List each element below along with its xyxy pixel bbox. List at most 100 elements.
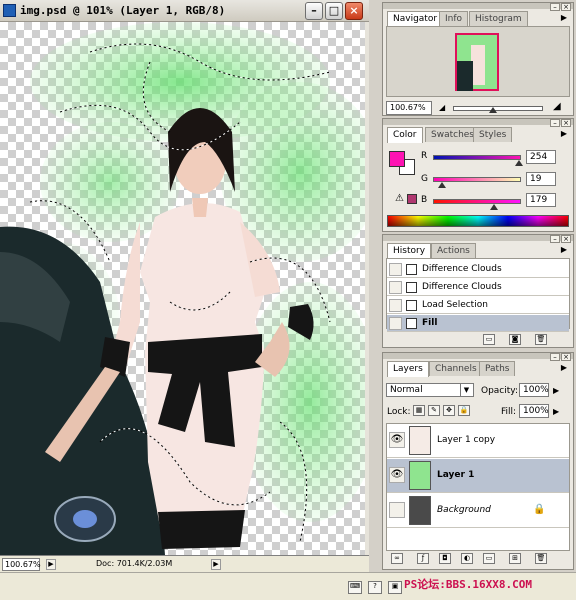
layer-thumbnail[interactable] xyxy=(409,461,431,490)
layer-style-icon[interactable]: ƒ xyxy=(417,553,429,564)
panel-close-button[interactable]: × xyxy=(561,3,571,11)
channel-r-slider[interactable] xyxy=(433,155,521,160)
tab-swatches[interactable]: Swatches xyxy=(425,127,480,142)
channel-b-value[interactable]: 179 xyxy=(526,193,556,207)
layer-row[interactable]: Background 🔒 xyxy=(387,494,569,528)
tab-actions[interactable]: Actions xyxy=(431,243,476,258)
adjustment-layer-icon[interactable]: ◐ xyxy=(461,553,473,564)
tab-info[interactable]: Info xyxy=(439,11,469,26)
layer-thumbnail[interactable] xyxy=(409,426,431,455)
tab-history[interactable]: History xyxy=(387,243,432,259)
zoom-field[interactable]: 100.67% xyxy=(2,558,41,571)
panel-close-button[interactable]: × xyxy=(561,353,571,361)
history-source-checkbox[interactable] xyxy=(389,317,402,330)
navigator-zoom-field[interactable]: 100.67% xyxy=(386,101,432,115)
history-source-checkbox[interactable] xyxy=(389,263,402,276)
panel-close-button[interactable]: × xyxy=(561,119,571,127)
keyboard-icon[interactable]: ⌨ xyxy=(348,581,362,594)
tab-layers[interactable]: Layers xyxy=(387,361,429,377)
lock-position-icon[interactable]: ✥ xyxy=(443,405,455,416)
panel-close-button[interactable]: × xyxy=(561,235,571,243)
history-item-selected[interactable]: Fill xyxy=(387,315,569,332)
fill-field[interactable]: 100% xyxy=(519,404,549,418)
status-menu-icon[interactable]: ▶ xyxy=(46,559,56,570)
new-group-icon[interactable]: ▭ xyxy=(483,553,495,564)
history-item[interactable]: Load Selection xyxy=(387,297,569,314)
channel-g-value[interactable]: 19 xyxy=(526,172,556,186)
zoom-out-icon[interactable]: ◢ xyxy=(439,103,445,112)
tab-channels[interactable]: Channels xyxy=(429,361,483,376)
channel-b-slider[interactable] xyxy=(433,199,521,204)
minimize-button[interactable]: – xyxy=(305,2,323,20)
tab-navigator[interactable]: Navigator xyxy=(387,11,444,27)
vertical-scrollbar[interactable] xyxy=(365,22,369,555)
help-icon[interactable]: ? xyxy=(368,581,382,594)
blend-mode-select[interactable]: Normal ▼ xyxy=(386,383,474,397)
history-item[interactable]: Difference Clouds xyxy=(387,279,569,296)
layer-name[interactable]: Layer 1 copy xyxy=(437,435,495,445)
lock-image-icon[interactable]: ✎ xyxy=(428,405,440,416)
layer-row[interactable]: 👁 Layer 1 copy xyxy=(387,424,569,458)
history-source-checkbox[interactable] xyxy=(389,281,402,294)
history-source-checkbox[interactable] xyxy=(389,299,402,312)
gamut-color-swatch[interactable] xyxy=(407,194,417,204)
warning-icon[interactable]: ⚠ xyxy=(395,193,404,204)
opacity-arrow-icon[interactable]: ▶ xyxy=(553,386,559,395)
layer-mask-icon[interactable]: ◘ xyxy=(439,553,451,564)
close-button[interactable]: × xyxy=(345,2,363,20)
panel-menu-icon[interactable]: ▶ xyxy=(561,245,567,254)
chevron-down-icon[interactable]: ▼ xyxy=(460,384,472,396)
tab-paths[interactable]: Paths xyxy=(479,361,516,376)
panel-menu-icon[interactable]: ▶ xyxy=(561,13,567,22)
panel-minimize-button[interactable]: – xyxy=(550,119,560,127)
channel-r-thumb[interactable] xyxy=(515,160,523,166)
trash-icon[interactable]: 🗑 xyxy=(535,334,547,345)
panel-menu-icon[interactable]: ▶ xyxy=(561,129,567,138)
fill-arrow-icon[interactable]: ▶ xyxy=(553,407,559,416)
history-item[interactable]: Difference Clouds xyxy=(387,261,569,278)
foreground-color-swatch[interactable] xyxy=(389,151,405,167)
new-layer-icon[interactable]: ⊞ xyxy=(509,553,521,564)
channel-r-value[interactable]: 254 xyxy=(526,150,556,164)
channel-g-thumb[interactable] xyxy=(438,182,446,188)
panel-minimize-button[interactable]: – xyxy=(550,3,560,11)
lock-transparent-icon[interactable]: ▦ xyxy=(413,405,425,416)
layer-row-selected[interactable]: 👁 Layer 1 xyxy=(387,459,569,493)
tab-color[interactable]: Color xyxy=(387,127,423,143)
opacity-field[interactable]: 100% xyxy=(519,383,549,397)
channel-b-thumb[interactable] xyxy=(490,204,498,210)
layer-name[interactable]: Layer 1 xyxy=(437,470,474,480)
maximize-button[interactable]: □ xyxy=(325,2,343,20)
visibility-toggle[interactable] xyxy=(389,502,405,518)
panel-minimize-button[interactable]: – xyxy=(550,353,560,361)
layer-thumbnail[interactable] xyxy=(409,496,431,525)
link-layers-icon[interactable]: ∞ xyxy=(391,553,403,564)
color-ramp[interactable] xyxy=(387,215,569,227)
panel-minimize-button[interactable]: – xyxy=(550,235,560,243)
panel-grip[interactable] xyxy=(383,353,573,359)
panel-grip[interactable] xyxy=(383,119,573,125)
eye-icon[interactable]: 👁 xyxy=(389,467,405,483)
navigator-proxy-box[interactable] xyxy=(455,33,499,91)
camera-snapshot-icon[interactable]: ◙ xyxy=(509,334,521,345)
eye-icon[interactable]: 👁 xyxy=(389,432,405,448)
zoom-slider-thumb[interactable] xyxy=(489,107,497,113)
lock-label: Lock: xyxy=(387,407,411,417)
image-canvas[interactable] xyxy=(0,22,365,555)
new-document-from-state-icon[interactable]: ▭ xyxy=(483,334,495,345)
trash-icon[interactable]: 🗑 xyxy=(535,553,547,564)
panel-grip[interactable] xyxy=(383,235,573,241)
zoom-in-icon[interactable]: ◢ xyxy=(553,101,561,112)
tray-icon[interactable]: ▣ xyxy=(388,581,402,594)
tab-styles[interactable]: Styles xyxy=(473,127,513,142)
document-titlebar[interactable]: img.psd @ 101% (Layer 1, RGB/8) – □ × xyxy=(0,0,369,22)
fill-label: Fill: xyxy=(501,407,517,417)
panel-menu-icon[interactable]: ▶ xyxy=(561,363,567,372)
panel-grip[interactable] xyxy=(383,3,573,9)
tab-histogram[interactable]: Histogram xyxy=(469,11,528,26)
lock-icon[interactable]: 🔒 xyxy=(458,405,470,416)
layer-name[interactable]: Background xyxy=(437,505,491,515)
channel-g-slider[interactable] xyxy=(433,177,521,182)
status-arrow-icon[interactable]: ▶ xyxy=(211,559,221,570)
navigator-zoom-slider[interactable] xyxy=(453,106,543,111)
